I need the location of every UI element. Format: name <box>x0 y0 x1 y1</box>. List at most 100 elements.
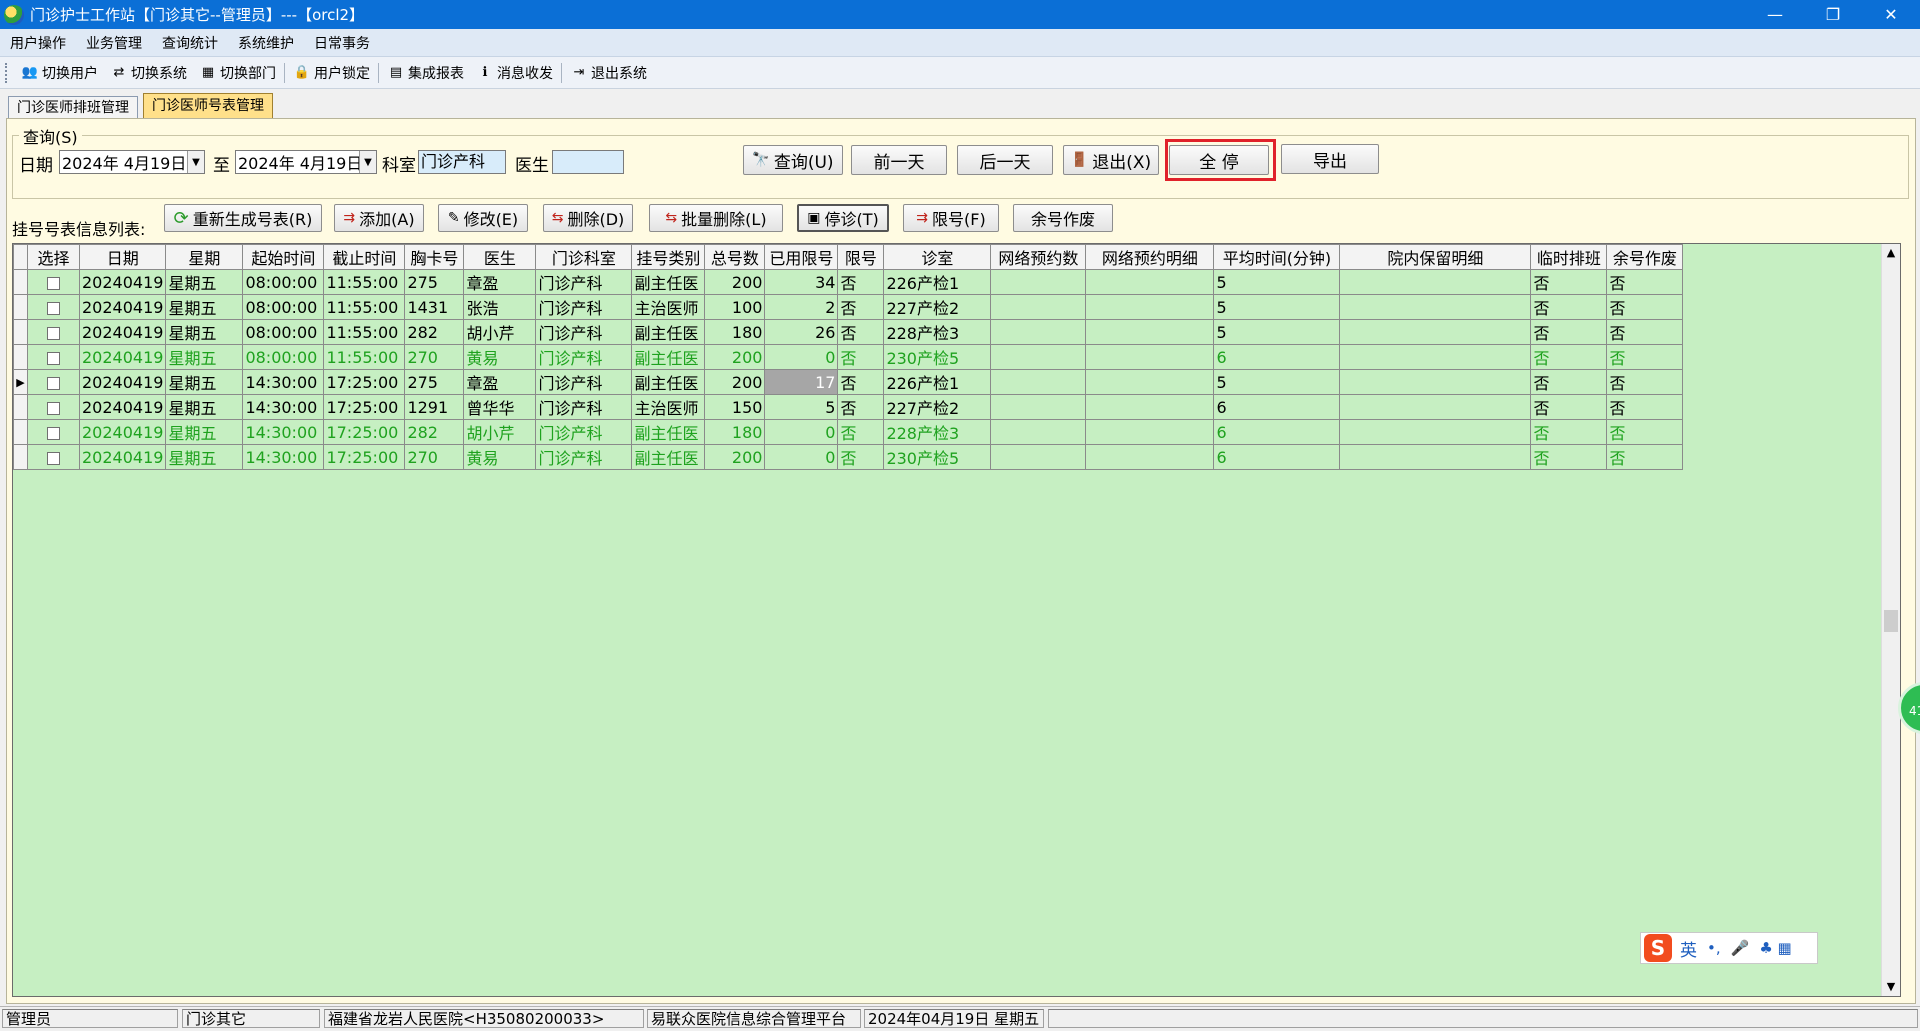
cell-date[interactable]: 20240419 <box>78 319 167 345</box>
cell-dept[interactable]: 门诊产科 <box>535 419 633 445</box>
cell-avg[interactable]: 5 <box>1213 269 1341 295</box>
cell-date[interactable]: 20240419 <box>78 344 167 370</box>
switch-dept-button[interactable]: ▦ 切换部门 <box>193 60 282 86</box>
delete-button[interactable]: ⇆ 删除(D) <box>543 204 633 232</box>
chevron-down-icon[interactable]: ▼ <box>359 151 376 173</box>
cell-temp[interactable]: 否 <box>1530 344 1608 370</box>
cell-void[interactable]: 否 <box>1606 394 1684 420</box>
cell-dept[interactable]: 门诊产科 <box>535 369 633 395</box>
cell-limit[interactable]: 否 <box>837 444 885 470</box>
cell-net-count[interactable] <box>990 369 1087 395</box>
message-button[interactable]: ℹ 消息收发 <box>470 60 559 86</box>
table-row[interactable]: ▶ 20240419 星期五 14:30:00 17:25:00 275 章盈 门诊产科 副主任… <box>13 369 1684 395</box>
cell-temp[interactable]: 否 <box>1530 394 1608 420</box>
row-select-checkbox[interactable] <box>47 301 60 315</box>
cell-card[interactable]: 270 <box>404 344 465 370</box>
next-day-button[interactable]: 后一天 <box>957 145 1053 175</box>
col-header[interactable]: 院内保留明细 <box>1339 244 1532 270</box>
cell-doctor[interactable]: 张浩 <box>463 294 537 320</box>
col-header[interactable]: 诊室 <box>883 244 992 270</box>
cell-void[interactable]: 否 <box>1606 444 1684 470</box>
cell-doctor[interactable]: 曾华华 <box>463 394 537 420</box>
cell-doctor[interactable]: 黄易 <box>463 444 537 470</box>
ime-toolbar[interactable]: S 英 •, 🎤 ♣ ▦ <box>1640 932 1818 964</box>
cell-card[interactable]: 282 <box>404 319 465 345</box>
cell-reserve[interactable] <box>1339 344 1532 370</box>
table-row[interactable]: 20240419 星期五 08:00:00 11:55:00 275 章盈 门诊产科 副主任医… <box>13 269 1684 295</box>
cell-weekday[interactable]: 星期五 <box>165 294 244 320</box>
row-header[interactable] <box>13 394 28 420</box>
doctor-field[interactable] <box>552 150 624 174</box>
menu-daily[interactable]: 日常事务 <box>304 33 380 53</box>
col-header[interactable]: 起始时间 <box>242 244 325 270</box>
cell-net-detail[interactable] <box>1085 294 1215 320</box>
row-header[interactable] <box>13 319 28 345</box>
cell-card[interactable]: 275 <box>404 269 465 295</box>
cell-avg[interactable]: 5 <box>1213 319 1341 345</box>
cell-avg[interactable]: 5 <box>1213 369 1341 395</box>
vertical-scrollbar[interactable]: ▲ ▼ <box>1881 244 1900 996</box>
col-header[interactable]: 总号数 <box>704 244 766 270</box>
cell-net-count[interactable] <box>990 269 1087 295</box>
col-header[interactable]: 门诊科室 <box>535 244 633 270</box>
tab-schedule[interactable]: 门诊医师排班管理 <box>8 96 138 119</box>
cell-temp[interactable]: 否 <box>1530 419 1608 445</box>
col-header[interactable]: 网络预约明细 <box>1085 244 1215 270</box>
cell-end[interactable]: 11:55:00 <box>323 269 406 295</box>
cell-room[interactable]: 226产检1 <box>883 369 992 395</box>
cell-doctor[interactable]: 章盈 <box>463 269 537 295</box>
cell-date[interactable]: 20240419 <box>78 369 167 395</box>
cell-temp[interactable]: 否 <box>1530 369 1608 395</box>
prev-day-button[interactable]: 前一天 <box>851 145 947 175</box>
cell-net-detail[interactable] <box>1085 394 1215 420</box>
cell-temp[interactable]: 否 <box>1530 269 1608 295</box>
col-header[interactable]: 挂号类别 <box>631 244 706 270</box>
cell-weekday[interactable]: 星期五 <box>165 369 244 395</box>
cell-reserve[interactable] <box>1339 419 1532 445</box>
exit-button[interactable]: 🚪 退出(X) <box>1063 145 1159 175</box>
report-button[interactable]: ▤ 集成报表 <box>381 60 470 86</box>
cell-void[interactable]: 否 <box>1606 269 1684 295</box>
cell-limit[interactable]: 否 <box>837 419 885 445</box>
cell-reserve[interactable] <box>1339 444 1532 470</box>
cell-avg[interactable]: 6 <box>1213 394 1341 420</box>
cell-start[interactable]: 14:30:00 <box>242 394 325 420</box>
cell-start[interactable]: 14:30:00 <box>242 369 325 395</box>
cell-start[interactable]: 08:00:00 <box>242 294 325 320</box>
date-from-picker[interactable]: 2024年 4月19日 ▼ <box>59 150 205 174</box>
cell-type[interactable]: 主治医师 <box>631 394 706 420</box>
regenerate-button[interactable]: ⟳ 重新生成号表(R) <box>164 204 322 232</box>
cell-used[interactable]: 0 <box>764 344 839 370</box>
cell-avg[interactable]: 6 <box>1213 344 1341 370</box>
user-lock-button[interactable]: 🔒 用户锁定 <box>287 60 376 86</box>
cell-net-count[interactable] <box>990 319 1087 345</box>
cell-net-count[interactable] <box>990 394 1087 420</box>
void-remaining-button[interactable]: 余号作废 <box>1013 204 1113 232</box>
cell-start[interactable]: 14:30:00 <box>242 419 325 445</box>
col-header[interactable]: 星期 <box>165 244 244 270</box>
col-header[interactable]: 余号作废 <box>1606 244 1684 270</box>
cell-weekday[interactable]: 星期五 <box>165 444 244 470</box>
cell-type[interactable]: 副主任医 <box>631 269 706 295</box>
cell-used[interactable]: 0 <box>764 419 839 445</box>
exit-system-button[interactable]: ⇥ 退出系统 <box>564 60 653 86</box>
row-select-checkbox[interactable] <box>47 326 60 340</box>
cell-end[interactable]: 17:25:00 <box>323 369 406 395</box>
cell-card[interactable]: 282 <box>404 419 465 445</box>
cell-limit[interactable]: 否 <box>837 269 885 295</box>
cell-card[interactable]: 1431 <box>404 294 465 320</box>
cell-room[interactable]: 230产检5 <box>883 344 992 370</box>
cell-total[interactable]: 200 <box>704 344 766 370</box>
cell-weekday[interactable]: 星期五 <box>165 394 244 420</box>
row-select-checkbox[interactable] <box>47 351 60 365</box>
microphone-icon[interactable]: 🎤 <box>1731 939 1750 957</box>
stop-clinic-button[interactable]: ▣ 停诊(T) <box>797 204 889 232</box>
cell-end[interactable]: 17:25:00 <box>323 394 406 420</box>
cell-used[interactable]: 5 <box>764 394 839 420</box>
cell-end[interactable]: 11:55:00 <box>323 294 406 320</box>
cell-total[interactable]: 200 <box>704 444 766 470</box>
cell-used[interactable]: 17 <box>764 369 839 395</box>
cell-end[interactable]: 17:25:00 <box>323 419 406 445</box>
cell-net-count[interactable] <box>990 344 1087 370</box>
menu-business[interactable]: 业务管理 <box>76 33 152 53</box>
